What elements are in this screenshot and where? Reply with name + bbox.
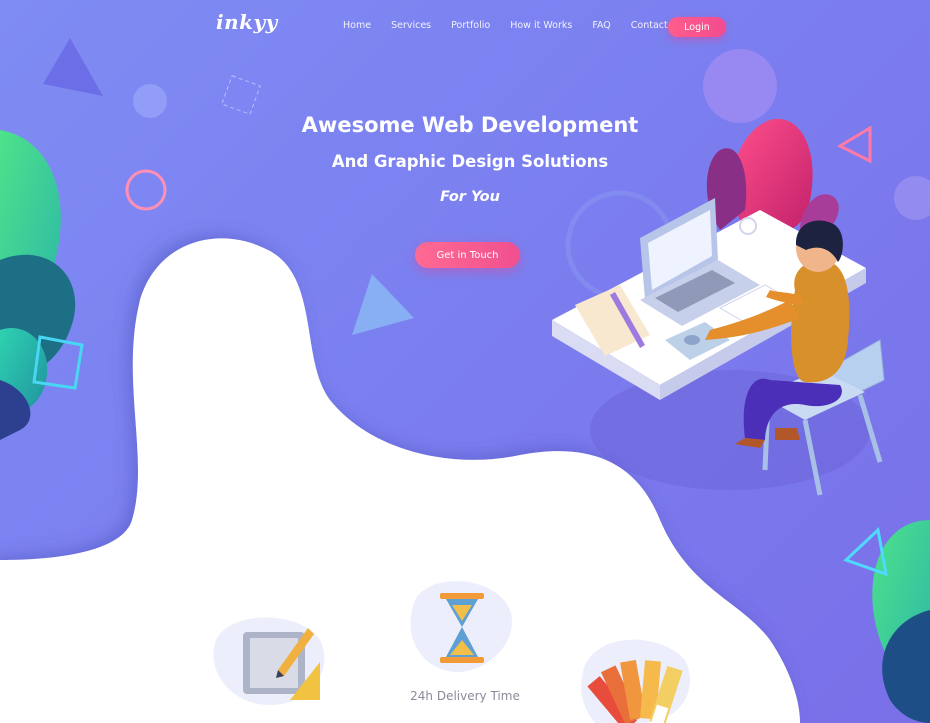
mouse bbox=[684, 335, 700, 345]
hero-subtitle: And Graphic Design Solutions bbox=[331, 152, 609, 171]
triangle-outline-shape bbox=[836, 125, 872, 164]
nav-link-portfolio[interactable]: Portfolio bbox=[451, 20, 490, 31]
nav-link-how-it-works[interactable]: How it Works bbox=[510, 20, 572, 31]
nav-link-home[interactable]: Home bbox=[343, 20, 371, 31]
main-nav: Home Services Portfolio How it Works FAQ… bbox=[343, 20, 683, 31]
dashed-square-shape bbox=[221, 75, 261, 115]
person-shoe-2 bbox=[775, 428, 800, 440]
ring-shape bbox=[125, 169, 167, 211]
get-in-touch-button[interactable]: Get in Touch bbox=[415, 242, 520, 268]
hero-tagline: For You bbox=[440, 189, 500, 205]
hourglass-bottom bbox=[440, 657, 484, 663]
hourglass-top bbox=[440, 593, 484, 599]
circle-shape-large bbox=[703, 49, 777, 123]
triangle-shape bbox=[43, 38, 103, 96]
nav-link-services[interactable]: Services bbox=[391, 20, 431, 31]
login-button[interactable]: Login bbox=[668, 17, 726, 37]
background-art bbox=[0, 38, 930, 723]
circle-shape bbox=[133, 84, 167, 118]
nav-link-faq[interactable]: FAQ bbox=[592, 20, 610, 31]
landing-page: inkyy Home Services Portfolio How it Wor… bbox=[0, 0, 930, 723]
feature-label-delivery: 24h Delivery Time bbox=[410, 689, 520, 703]
triangle-shape-blue bbox=[352, 274, 414, 335]
person-torso bbox=[791, 260, 850, 383]
hero-title: Awesome Web Development bbox=[301, 113, 639, 137]
circle-shape-right bbox=[894, 176, 930, 220]
brand-logo[interactable]: inkyy bbox=[216, 10, 278, 34]
